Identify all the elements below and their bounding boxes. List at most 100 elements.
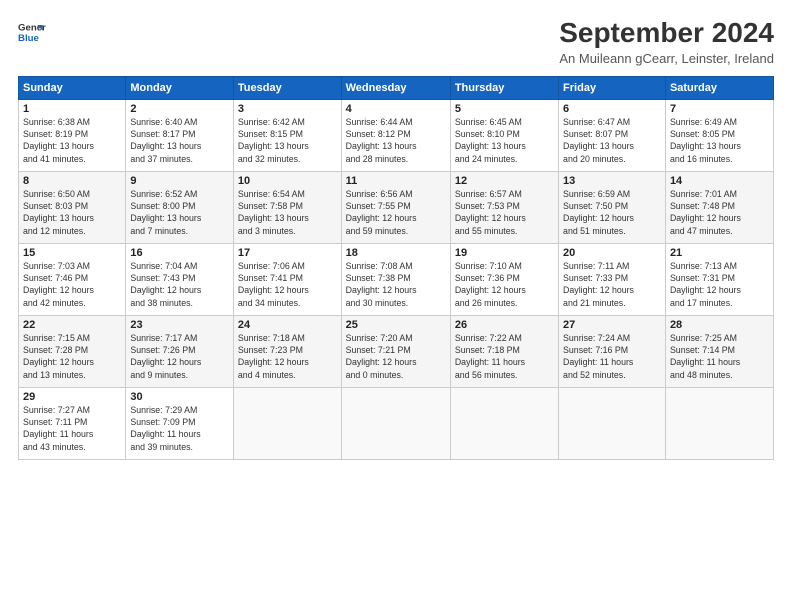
day-number: 21 bbox=[670, 247, 769, 259]
table-row: 10Sunrise: 6:54 AMSunset: 7:58 PMDayligh… bbox=[233, 171, 341, 243]
day-info: Sunrise: 6:57 AMSunset: 7:53 PMDaylight:… bbox=[455, 188, 554, 237]
day-number: 1 bbox=[23, 103, 121, 115]
calendar-week-row: 15Sunrise: 7:03 AMSunset: 7:46 PMDayligh… bbox=[19, 243, 774, 315]
day-number: 8 bbox=[23, 175, 121, 187]
day-info: Sunrise: 7:29 AMSunset: 7:09 PMDaylight:… bbox=[130, 404, 229, 453]
header-tuesday: Tuesday bbox=[233, 76, 341, 99]
table-row: 23Sunrise: 7:17 AMSunset: 7:26 PMDayligh… bbox=[126, 315, 234, 387]
day-info: Sunrise: 7:10 AMSunset: 7:36 PMDaylight:… bbox=[455, 260, 554, 309]
calendar-header-row: Sunday Monday Tuesday Wednesday Thursday… bbox=[19, 76, 774, 99]
table-row: 7Sunrise: 6:49 AMSunset: 8:05 PMDaylight… bbox=[665, 99, 773, 171]
day-info: Sunrise: 7:11 AMSunset: 7:33 PMDaylight:… bbox=[563, 260, 661, 309]
header-sunday: Sunday bbox=[19, 76, 126, 99]
day-info: Sunrise: 6:42 AMSunset: 8:15 PMDaylight:… bbox=[238, 116, 337, 165]
day-info: Sunrise: 6:50 AMSunset: 8:03 PMDaylight:… bbox=[23, 188, 121, 237]
header-saturday: Saturday bbox=[665, 76, 773, 99]
table-row: 17Sunrise: 7:06 AMSunset: 7:41 PMDayligh… bbox=[233, 243, 341, 315]
calendar-week-row: 8Sunrise: 6:50 AMSunset: 8:03 PMDaylight… bbox=[19, 171, 774, 243]
day-number: 27 bbox=[563, 319, 661, 331]
table-row: 1Sunrise: 6:38 AMSunset: 8:19 PMDaylight… bbox=[19, 99, 126, 171]
day-number: 16 bbox=[130, 247, 229, 259]
table-row: 5Sunrise: 6:45 AMSunset: 8:10 PMDaylight… bbox=[450, 99, 558, 171]
day-info: Sunrise: 7:17 AMSunset: 7:26 PMDaylight:… bbox=[130, 332, 229, 381]
day-info: Sunrise: 6:45 AMSunset: 8:10 PMDaylight:… bbox=[455, 116, 554, 165]
day-number: 19 bbox=[455, 247, 554, 259]
day-info: Sunrise: 7:01 AMSunset: 7:48 PMDaylight:… bbox=[670, 188, 769, 237]
day-number: 13 bbox=[563, 175, 661, 187]
day-number: 14 bbox=[670, 175, 769, 187]
table-row: 15Sunrise: 7:03 AMSunset: 7:46 PMDayligh… bbox=[19, 243, 126, 315]
table-row: 25Sunrise: 7:20 AMSunset: 7:21 PMDayligh… bbox=[341, 315, 450, 387]
day-number: 26 bbox=[455, 319, 554, 331]
day-number: 9 bbox=[130, 175, 229, 187]
header-thursday: Thursday bbox=[450, 76, 558, 99]
day-info: Sunrise: 7:08 AMSunset: 7:38 PMDaylight:… bbox=[346, 260, 446, 309]
table-row: 14Sunrise: 7:01 AMSunset: 7:48 PMDayligh… bbox=[665, 171, 773, 243]
day-info: Sunrise: 6:59 AMSunset: 7:50 PMDaylight:… bbox=[563, 188, 661, 237]
table-row: 28Sunrise: 7:25 AMSunset: 7:14 PMDayligh… bbox=[665, 315, 773, 387]
table-row: 16Sunrise: 7:04 AMSunset: 7:43 PMDayligh… bbox=[126, 243, 234, 315]
table-row: 12Sunrise: 6:57 AMSunset: 7:53 PMDayligh… bbox=[450, 171, 558, 243]
table-row: 11Sunrise: 6:56 AMSunset: 7:55 PMDayligh… bbox=[341, 171, 450, 243]
day-info: Sunrise: 7:03 AMSunset: 7:46 PMDaylight:… bbox=[23, 260, 121, 309]
day-info: Sunrise: 7:13 AMSunset: 7:31 PMDaylight:… bbox=[670, 260, 769, 309]
table-row bbox=[450, 387, 558, 459]
day-info: Sunrise: 7:24 AMSunset: 7:16 PMDaylight:… bbox=[563, 332, 661, 381]
day-info: Sunrise: 7:25 AMSunset: 7:14 PMDaylight:… bbox=[670, 332, 769, 381]
day-info: Sunrise: 7:22 AMSunset: 7:18 PMDaylight:… bbox=[455, 332, 554, 381]
header-monday: Monday bbox=[126, 76, 234, 99]
calendar-table: Sunday Monday Tuesday Wednesday Thursday… bbox=[18, 76, 774, 460]
day-number: 30 bbox=[130, 391, 229, 403]
table-row: 19Sunrise: 7:10 AMSunset: 7:36 PMDayligh… bbox=[450, 243, 558, 315]
title-block: September 2024 An Muileann gCearr, Leins… bbox=[559, 18, 774, 66]
day-info: Sunrise: 6:56 AMSunset: 7:55 PMDaylight:… bbox=[346, 188, 446, 237]
day-number: 28 bbox=[670, 319, 769, 331]
day-info: Sunrise: 7:27 AMSunset: 7:11 PMDaylight:… bbox=[23, 404, 121, 453]
day-info: Sunrise: 6:54 AMSunset: 7:58 PMDaylight:… bbox=[238, 188, 337, 237]
table-row: 26Sunrise: 7:22 AMSunset: 7:18 PMDayligh… bbox=[450, 315, 558, 387]
day-number: 15 bbox=[23, 247, 121, 259]
day-info: Sunrise: 7:18 AMSunset: 7:23 PMDaylight:… bbox=[238, 332, 337, 381]
day-info: Sunrise: 6:44 AMSunset: 8:12 PMDaylight:… bbox=[346, 116, 446, 165]
day-number: 6 bbox=[563, 103, 661, 115]
day-number: 20 bbox=[563, 247, 661, 259]
header-friday: Friday bbox=[559, 76, 666, 99]
main-title: September 2024 bbox=[559, 18, 774, 49]
table-row: 22Sunrise: 7:15 AMSunset: 7:28 PMDayligh… bbox=[19, 315, 126, 387]
table-row: 27Sunrise: 7:24 AMSunset: 7:16 PMDayligh… bbox=[559, 315, 666, 387]
day-info: Sunrise: 6:49 AMSunset: 8:05 PMDaylight:… bbox=[670, 116, 769, 165]
day-number: 4 bbox=[346, 103, 446, 115]
table-row bbox=[559, 387, 666, 459]
day-number: 22 bbox=[23, 319, 121, 331]
day-number: 24 bbox=[238, 319, 337, 331]
day-info: Sunrise: 7:20 AMSunset: 7:21 PMDaylight:… bbox=[346, 332, 446, 381]
table-row bbox=[233, 387, 341, 459]
day-number: 12 bbox=[455, 175, 554, 187]
table-row: 4Sunrise: 6:44 AMSunset: 8:12 PMDaylight… bbox=[341, 99, 450, 171]
day-number: 2 bbox=[130, 103, 229, 115]
day-number: 17 bbox=[238, 247, 337, 259]
day-number: 18 bbox=[346, 247, 446, 259]
logo-icon: General Blue bbox=[18, 18, 46, 46]
table-row: 20Sunrise: 7:11 AMSunset: 7:33 PMDayligh… bbox=[559, 243, 666, 315]
table-row: 8Sunrise: 6:50 AMSunset: 8:03 PMDaylight… bbox=[19, 171, 126, 243]
table-row: 29Sunrise: 7:27 AMSunset: 7:11 PMDayligh… bbox=[19, 387, 126, 459]
header: General Blue September 2024 An Muileann … bbox=[18, 18, 774, 66]
svg-text:Blue: Blue bbox=[18, 33, 39, 44]
table-row: 2Sunrise: 6:40 AMSunset: 8:17 PMDaylight… bbox=[126, 99, 234, 171]
calendar-week-row: 1Sunrise: 6:38 AMSunset: 8:19 PMDaylight… bbox=[19, 99, 774, 171]
day-info: Sunrise: 7:15 AMSunset: 7:28 PMDaylight:… bbox=[23, 332, 121, 381]
day-number: 10 bbox=[238, 175, 337, 187]
table-row: 21Sunrise: 7:13 AMSunset: 7:31 PMDayligh… bbox=[665, 243, 773, 315]
day-info: Sunrise: 6:47 AMSunset: 8:07 PMDaylight:… bbox=[563, 116, 661, 165]
table-row: 9Sunrise: 6:52 AMSunset: 8:00 PMDaylight… bbox=[126, 171, 234, 243]
day-info: Sunrise: 6:52 AMSunset: 8:00 PMDaylight:… bbox=[130, 188, 229, 237]
day-number: 23 bbox=[130, 319, 229, 331]
day-info: Sunrise: 7:04 AMSunset: 7:43 PMDaylight:… bbox=[130, 260, 229, 309]
table-row: 3Sunrise: 6:42 AMSunset: 8:15 PMDaylight… bbox=[233, 99, 341, 171]
table-row: 24Sunrise: 7:18 AMSunset: 7:23 PMDayligh… bbox=[233, 315, 341, 387]
table-row: 18Sunrise: 7:08 AMSunset: 7:38 PMDayligh… bbox=[341, 243, 450, 315]
table-row: 30Sunrise: 7:29 AMSunset: 7:09 PMDayligh… bbox=[126, 387, 234, 459]
calendar-week-row: 29Sunrise: 7:27 AMSunset: 7:11 PMDayligh… bbox=[19, 387, 774, 459]
day-number: 7 bbox=[670, 103, 769, 115]
